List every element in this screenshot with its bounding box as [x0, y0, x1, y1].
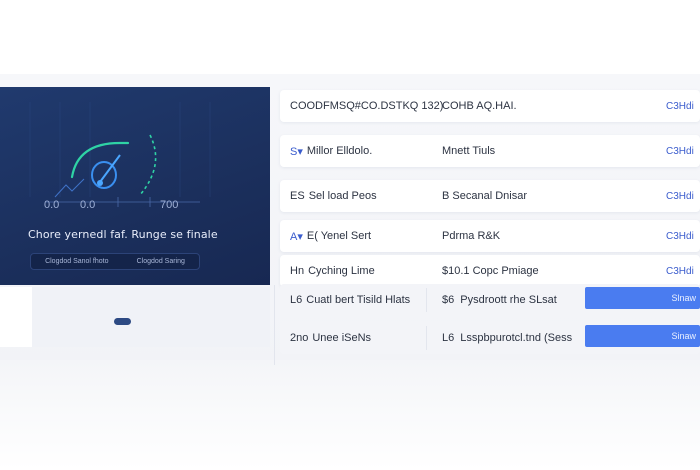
row-value-prefix: $6	[442, 294, 455, 306]
row-action-link[interactable]: C3Hdi	[666, 266, 700, 277]
row-value: Pdrma R&K	[442, 230, 501, 242]
hero-lower-panel	[32, 287, 270, 347]
row-action-link[interactable]: C3Hdi	[666, 146, 700, 157]
row-label: Cuatl bert Tisild Hlats	[306, 294, 411, 306]
gauge-min-label: 0.0	[44, 199, 59, 211]
row-prefix-icon: L6	[290, 294, 303, 306]
hero-pill-left[interactable]: Clogdod Sanol fhoto	[45, 258, 108, 265]
list-item[interactable]: L6 Cuatl bert Tisild Hlats $6 Pysdroott …	[280, 284, 700, 316]
hero-pill-right[interactable]: Clogdod Saring	[137, 258, 185, 265]
gauge-arc-outer	[139, 134, 157, 196]
row-label: Cyching Lime	[308, 265, 375, 277]
row-label: Millor Elldolo.	[306, 145, 373, 157]
row-value: Lsspbpurotcl.tnd (Sess	[460, 332, 573, 344]
show-button[interactable]: Slnaw	[585, 287, 700, 309]
row-value-prefix: L6	[442, 332, 455, 344]
gauge-arc	[70, 141, 130, 179]
row-prefix-icon: Hn	[290, 265, 305, 277]
gauge-max-label: 700	[160, 199, 178, 211]
row-value: $10.1 Copc Pmiage	[442, 265, 539, 277]
gauge-needle	[99, 154, 121, 183]
row-prefix-icon: ES	[290, 190, 305, 202]
row-value: B Secanal Dnisar	[442, 190, 527, 202]
row-label: COODFMSQ#CO.DSTKQ 132)	[290, 100, 444, 112]
hero-pill[interactable]: Clogdod Sanol fhoto Clogdod Saring	[30, 253, 200, 270]
row-label: Unee iSeNs	[312, 332, 372, 344]
row-value: COHB AQ.HAI.	[442, 100, 517, 112]
list-item[interactable]: COODFMSQ#CO.DSTKQ 132) COHB AQ.HAI. C3Hd…	[280, 90, 700, 122]
column-divider	[426, 288, 427, 312]
row-action-link[interactable]: C3Hdi	[666, 101, 700, 112]
font-icon[interactable]: A▾	[290, 230, 303, 243]
gauge-mid-label: 0.0	[80, 199, 95, 211]
pagination-dots-icon[interactable]	[114, 318, 131, 325]
row-action-link[interactable]: C3Hdi	[666, 231, 700, 242]
row-label: E( Yenel Sert	[306, 230, 372, 242]
list-item[interactable]: A▾ E( Yenel Sert Pdrma R&K C3Hdi	[280, 220, 700, 252]
row-prefix-icon: 2no	[290, 332, 309, 344]
chevron-down-icon[interactable]: S▾	[290, 145, 303, 158]
list-item[interactable]: S▾ Millor Elldolo. Mnett Tiuls C3Hdi	[280, 135, 700, 167]
row-action-link[interactable]: C3Hdi	[666, 191, 700, 202]
list-item[interactable]: 2no Unee iSeNs L6 Lsspbpurotcl.tnd (Sess…	[280, 322, 700, 354]
settings-list: COODFMSQ#CO.DSTKQ 132) COHB AQ.HAI. C3Hd…	[280, 0, 700, 470]
list-item[interactable]: ES Sel load Peos B Secanal Dnisar C3Hdi	[280, 180, 700, 212]
list-item[interactable]: Hn Cyching Lime $10.1 Copc Pmiage C3Hdi	[280, 255, 700, 287]
show-button[interactable]: Sinaw	[585, 325, 700, 347]
hero-lower-gap	[0, 287, 32, 347]
row-value: Mnett Tiuls	[442, 145, 496, 157]
row-value: Pysdroott rhe SLsat	[460, 294, 557, 306]
hero-title: Chore yernedl faf. Runge se finale	[28, 228, 218, 241]
row-label: Sel load Peos	[308, 190, 377, 202]
column-divider	[426, 326, 427, 350]
divider	[274, 285, 275, 365]
